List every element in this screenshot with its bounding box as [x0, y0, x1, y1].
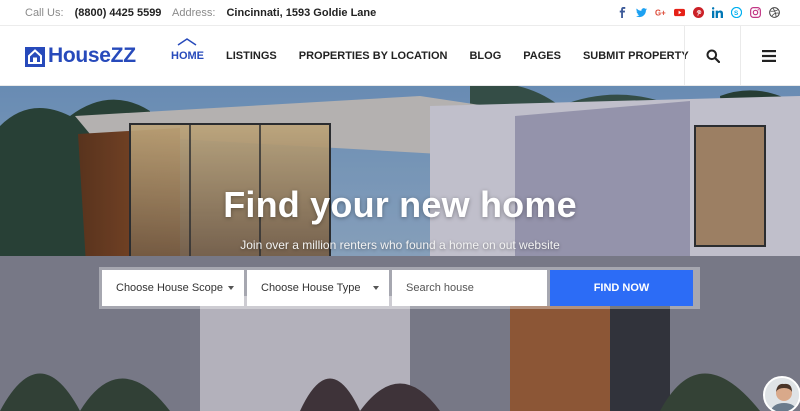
facebook-icon[interactable]	[616, 6, 628, 18]
nav-blog[interactable]: BLOG	[469, 50, 501, 62]
search-icon	[706, 49, 720, 63]
logo-text: HouseZZ	[48, 44, 136, 67]
nav-pages-label: PAGES	[523, 50, 561, 62]
search-house-input[interactable]	[392, 270, 547, 306]
header-search-button[interactable]	[684, 26, 740, 85]
google-plus-icon[interactable]: G+	[654, 6, 666, 18]
nav-listings[interactable]: LISTINGS	[226, 50, 277, 62]
youtube-icon[interactable]	[673, 6, 685, 18]
house-scope-value: Choose House Scope	[116, 282, 224, 294]
nav-properties-by-location[interactable]: PROPERTIES BY LOCATION	[299, 50, 448, 62]
nav-pages[interactable]: PAGES	[523, 50, 561, 62]
hamburger-menu-icon	[761, 49, 776, 62]
house-type-value: Choose House Type	[261, 282, 361, 294]
house-logo-icon	[25, 47, 45, 67]
twitter-icon[interactable]	[635, 6, 647, 18]
svg-text:S: S	[734, 9, 739, 16]
linkedin-icon[interactable]	[711, 6, 723, 18]
nav-listings-label: LISTINGS	[226, 50, 277, 62]
nav-blog-label: BLOG	[469, 50, 502, 62]
header-menu-button[interactable]	[740, 26, 796, 85]
nav-home-label: HOME	[171, 50, 204, 62]
house-scope-select[interactable]: Choose House Scope	[102, 270, 244, 306]
top-info-bar: Call Us: (8800) 4425 5599 Address: Cinci…	[0, 0, 800, 26]
main-nav: HOME LISTINGS PROPERTIES BY LOCATION BLO…	[171, 38, 711, 62]
hero-section: Find your new home Join over a million r…	[0, 86, 800, 411]
dribbble-icon[interactable]	[768, 6, 780, 18]
chevron-down-icon	[373, 286, 379, 290]
property-search-form: Choose House Scope Choose House Type FIN…	[99, 267, 700, 309]
nav-submit-property[interactable]: SUBMIT PROPERTY	[583, 50, 689, 62]
house-type-select[interactable]: Choose House Type	[247, 270, 389, 306]
contact-address: Address: Cincinnati, 1593 Goldie Lane	[172, 7, 376, 19]
hero-subtitle: Join over a million renters who found a …	[240, 238, 560, 252]
avatar-photo	[765, 378, 799, 411]
phone-value[interactable]: (8800) 4425 5599	[75, 7, 162, 19]
nav-home[interactable]: HOME	[171, 38, 204, 62]
social-links: G+ S	[616, 6, 780, 18]
address-label: Address:	[172, 7, 216, 19]
site-logo[interactable]: HouseZZ	[25, 44, 136, 68]
hero-title: Find your new home	[223, 184, 577, 225]
contact-phone: Call Us: (8800) 4425 5599	[25, 7, 161, 19]
chevron-down-icon	[228, 286, 234, 290]
svg-text:G+: G+	[655, 8, 666, 17]
nav-properties-label: PROPERTIES BY LOCATION	[298, 50, 448, 62]
instagram-icon[interactable]	[749, 6, 761, 18]
phone-label: Call Us:	[25, 7, 64, 19]
roof-indicator-icon	[177, 38, 197, 46]
pinterest-icon[interactable]	[692, 6, 704, 18]
address-value: Cincinnati, 1593 Goldie Lane	[226, 7, 377, 19]
chat-support-avatar[interactable]	[763, 376, 800, 411]
find-now-button[interactable]: FIND NOW	[550, 270, 693, 306]
nav-submit-label: SUBMIT PROPERTY	[582, 50, 689, 62]
main-header: HouseZZ HOME LISTINGS PROPERTIES BY LOCA…	[0, 26, 800, 86]
skype-icon[interactable]: S	[730, 6, 742, 18]
